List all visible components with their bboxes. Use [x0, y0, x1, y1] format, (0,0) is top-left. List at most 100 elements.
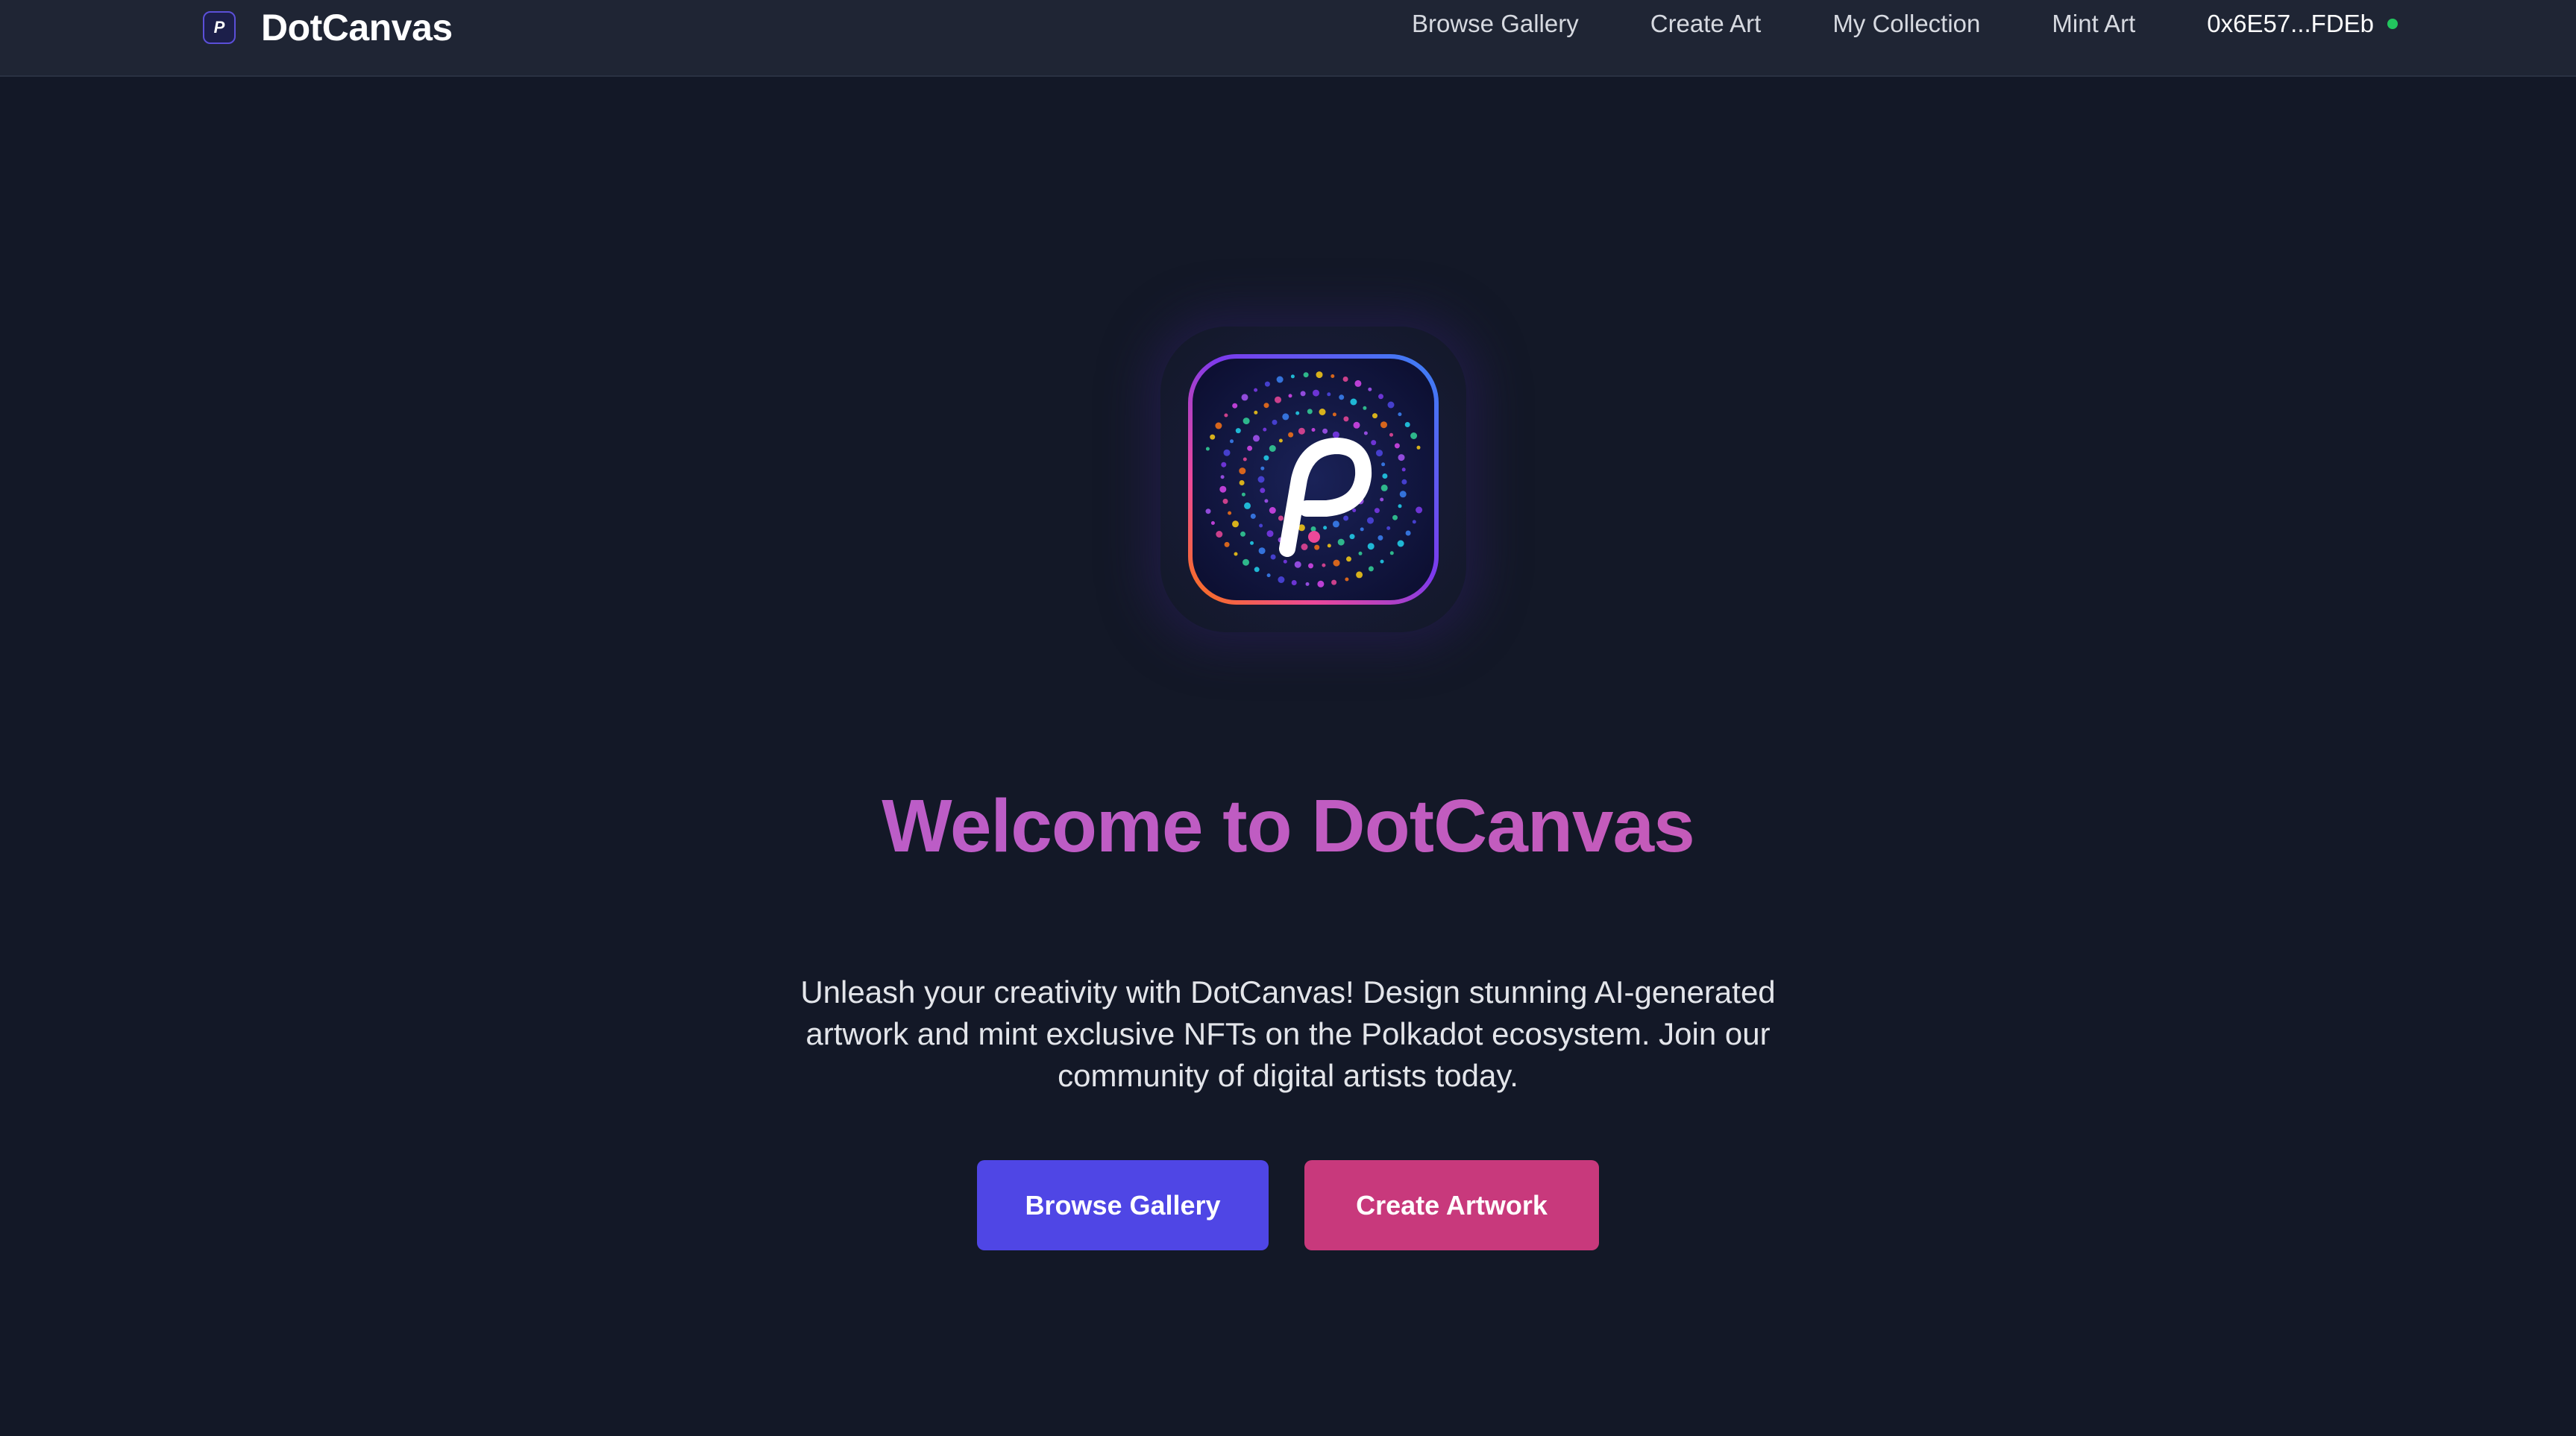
logo-dot [1397, 540, 1404, 547]
logo-dot [1343, 515, 1349, 521]
logo-dot [1275, 396, 1281, 403]
logo-dot [1220, 475, 1225, 479]
logo-dot [1216, 531, 1223, 538]
logo-dot [1387, 401, 1395, 409]
logo-dot [1269, 445, 1276, 452]
logo-dot [1354, 380, 1362, 387]
logo-dot [1337, 538, 1345, 546]
logo-dot [1322, 563, 1326, 567]
logo-dot [1350, 398, 1357, 406]
logo-dot [1263, 427, 1267, 432]
logo-dot [1223, 449, 1231, 456]
logo-dot [1278, 515, 1284, 521]
wallet-address-button[interactable]: 0x6E57...FDEb [2207, 10, 2398, 38]
logo-dot [1392, 514, 1398, 520]
logo-dot [1247, 445, 1253, 451]
logo-dot [1260, 466, 1265, 470]
logo-dot [1380, 421, 1387, 429]
logo-dot [1371, 440, 1377, 446]
logo-dot [1332, 520, 1339, 528]
logo-dot [1323, 526, 1328, 530]
logo-dot [1243, 558, 1249, 566]
logo-dot [1380, 484, 1388, 491]
logo-dot [1410, 432, 1418, 439]
logo-dot [1283, 559, 1287, 564]
logo-dot [1263, 403, 1269, 409]
logo-dot [1319, 409, 1326, 415]
logo-dot [1276, 376, 1284, 383]
create-artwork-button[interactable]: Create Artwork [1304, 1160, 1599, 1250]
nav-link-my-collection[interactable]: My Collection [1832, 10, 1980, 38]
logo-dot [1353, 421, 1360, 429]
logo-dot [1254, 388, 1258, 392]
logo-dot [1221, 462, 1227, 467]
logo-dot [1215, 422, 1222, 429]
logo-dot [1243, 418, 1250, 425]
logo-dot [1401, 479, 1407, 485]
logo-dot [1254, 410, 1258, 415]
logo-dot [1311, 428, 1316, 432]
logo-dot [1399, 491, 1407, 498]
logo-dot [1310, 526, 1316, 532]
logo-dot [1228, 511, 1232, 515]
nav-link-browse-gallery[interactable]: Browse Gallery [1412, 10, 1579, 38]
logo-dot [1241, 394, 1248, 401]
logo-dot [1376, 450, 1383, 457]
logo-dot [1332, 412, 1336, 417]
logo-dot [1222, 498, 1228, 504]
logo-dot [1205, 508, 1211, 514]
logo-dot [1291, 580, 1297, 585]
polkadot-p-icon [1160, 327, 1466, 632]
logo-dot [1333, 559, 1340, 567]
logo-dot [1272, 419, 1278, 425]
nav-link-create-art[interactable]: Create Art [1650, 10, 1762, 38]
logo-dot [1398, 454, 1405, 462]
wallet-address: 0x6E57...FDEb [2207, 10, 2375, 37]
logo-dot [1345, 577, 1349, 582]
top-navbar: P DotCanvas Browse Gallery Create Art My… [0, 0, 2576, 77]
logo-dot [1374, 508, 1380, 514]
logo-dot [1401, 467, 1406, 472]
logo-dot [1288, 394, 1292, 398]
logo-dot [1253, 435, 1260, 442]
browse-gallery-button[interactable]: Browse Gallery [977, 1160, 1269, 1250]
logo-dot [1266, 530, 1274, 538]
logo-dot [1332, 431, 1339, 438]
logo-dot [1380, 559, 1384, 564]
logo-dot [1210, 434, 1216, 440]
logo-dot [1382, 473, 1388, 479]
wallet-connected-status-icon [2387, 19, 2398, 29]
logo-dot [1316, 371, 1323, 379]
logo-dot [1278, 438, 1283, 443]
logo-dot [1331, 374, 1335, 378]
logo-dot [1232, 520, 1239, 528]
nav-link-mint-art[interactable]: Mint Art [2052, 10, 2135, 38]
logo-dot [1282, 413, 1289, 421]
logo-dot [1343, 416, 1349, 422]
logo-dot [1381, 462, 1386, 467]
logo-dot [1360, 527, 1364, 532]
nav-links: Browse Gallery Create Art My Collection … [1412, 6, 2398, 42]
logo-dot [1264, 381, 1270, 387]
logo-dot [1305, 582, 1310, 586]
hero-title: Welcome to DotCanvas [0, 784, 2576, 869]
logo-dot [1358, 551, 1363, 555]
logo-dot [1352, 508, 1357, 512]
hero-buttons: Browse Gallery Create Artwork [0, 1160, 2576, 1250]
logo-dot [1239, 467, 1246, 475]
brand-logo-icon: P [203, 11, 236, 44]
logo-dot [1314, 544, 1320, 550]
logo-dot [1313, 389, 1319, 397]
logo-dot [1416, 445, 1421, 450]
logo-dot [1234, 552, 1238, 556]
logo-dot [1377, 535, 1383, 541]
logo-dot [1363, 431, 1368, 435]
brand[interactable]: P DotCanvas [203, 6, 453, 49]
logo-dot [1239, 480, 1245, 485]
logo-dot [1290, 374, 1295, 379]
logo-dot [1258, 547, 1266, 555]
logo-dot [1235, 428, 1241, 434]
logo-dot [1307, 409, 1313, 415]
logo-dot [1349, 534, 1355, 540]
logo-dot [1342, 377, 1348, 382]
